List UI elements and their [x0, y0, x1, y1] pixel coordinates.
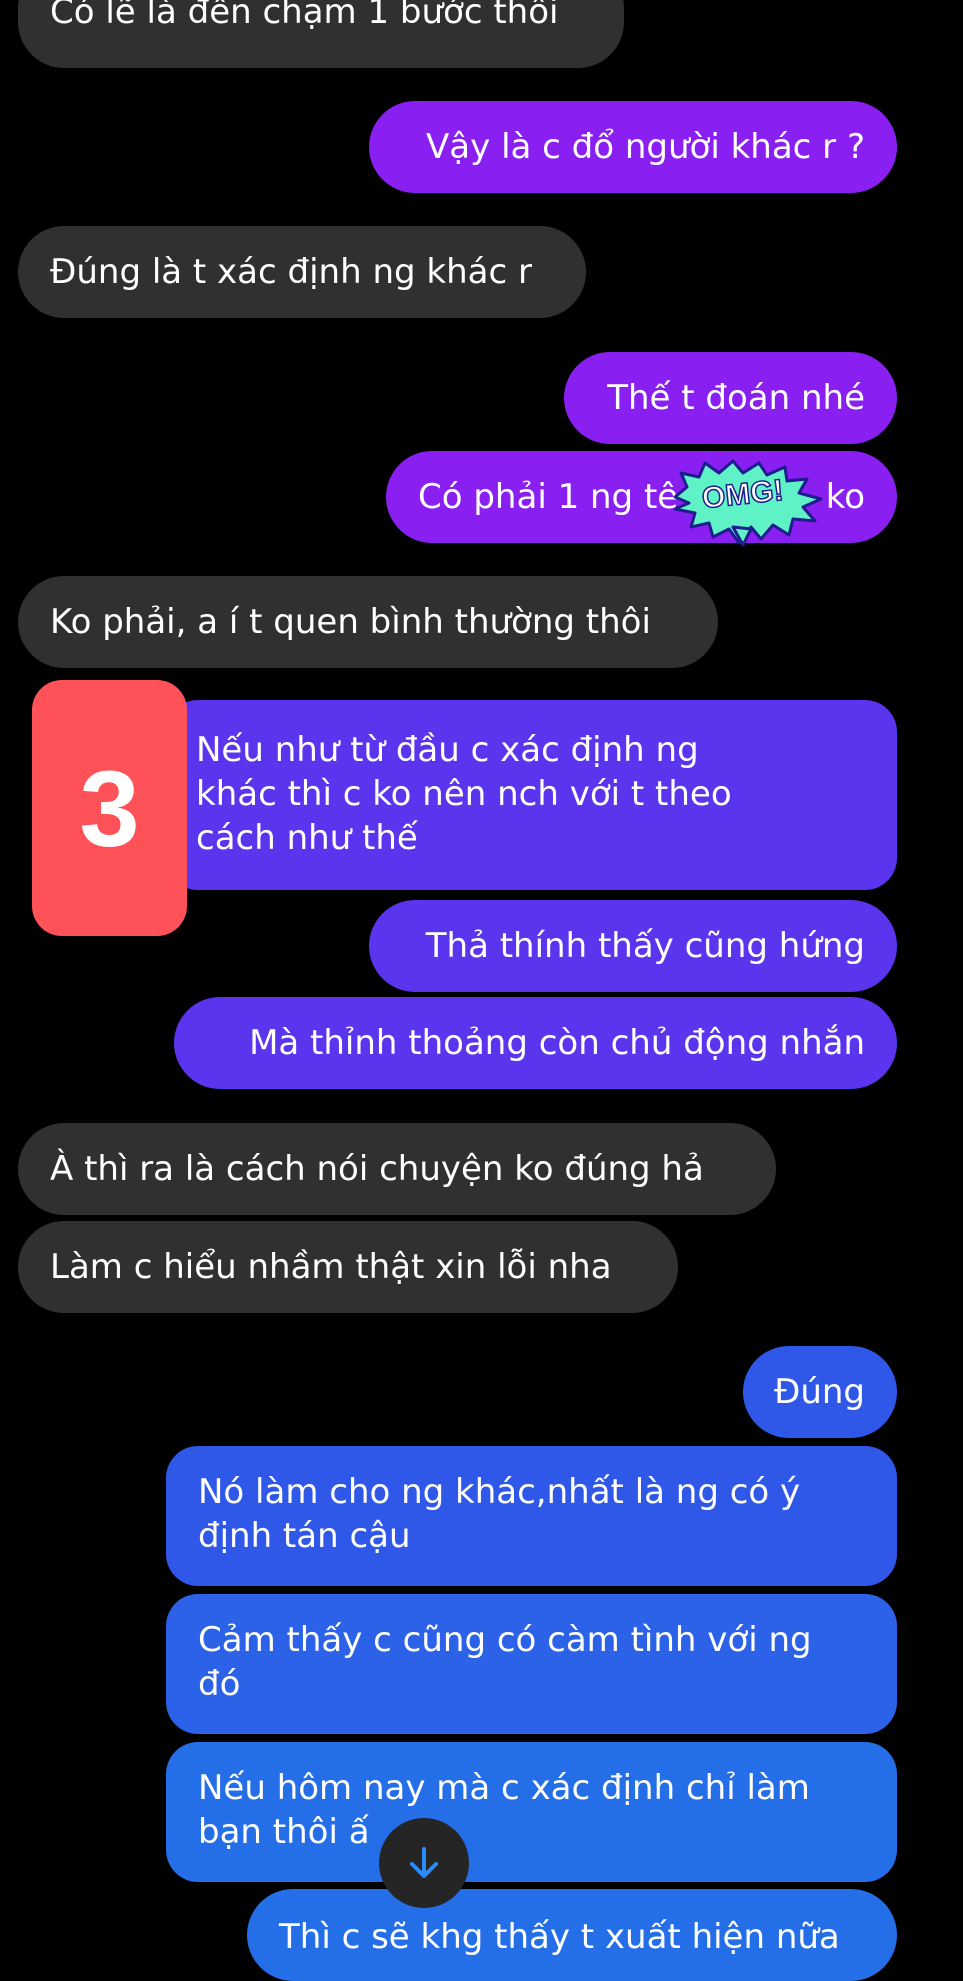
message-incoming-bubble[interactable]: À thì ra là cách nói chuyện ko đúng hả: [18, 1123, 776, 1215]
message-text: Nó làm cho ng khác,nhất là ng có ý định …: [198, 1472, 811, 1556]
message-outgoing-bubble[interactable]: Nếu như từ đầu c xác định ng khác thì c …: [166, 700, 897, 890]
message-incoming-bubble[interactable]: Có lẽ là đến chạm 1 bước thôi: [18, 0, 624, 68]
message-incoming-bubble[interactable]: Làm c hiểu nhầm thật xin lỗi nha: [18, 1221, 678, 1313]
message-text: Thế t đoán nhé: [607, 378, 865, 418]
message-text: Có lẽ là đến chạm 1 bước thôi: [50, 0, 559, 32]
message-text: Đúng: [773, 1372, 865, 1412]
scroll-to-bottom-button[interactable]: [379, 1818, 469, 1908]
message-outgoing-bubble[interactable]: Vậy là c đổ người khác r ?: [369, 101, 897, 193]
message-text: Đúng là t xác định ng khác r: [50, 252, 532, 292]
message-outgoing-bubble[interactable]: Thì c sẽ khg thấy t xuất hiện nữa: [247, 1889, 897, 1981]
omg-burst-icon: OMG!: [669, 457, 829, 547]
message-text: Nếu hôm nay mà c xác định chỉ làm bạn th…: [198, 1768, 821, 1852]
message-outgoing-bubble[interactable]: Đúng: [743, 1346, 897, 1438]
number-badge: 3: [32, 680, 187, 936]
message-text: Có phải 1 ng tê: [418, 477, 679, 517]
message-text: Làm c hiểu nhầm thật xin lỗi nha: [50, 1247, 612, 1287]
message-incoming-bubble[interactable]: Ko phải, a í t quen bình thường thôi: [18, 576, 718, 668]
badge-text: 3: [79, 747, 140, 869]
message-outgoing-bubble[interactable]: Nếu hôm nay mà c xác định chỉ làm bạn th…: [166, 1742, 897, 1882]
message-text: Thì c sẽ khg thấy t xuất hiện nữa: [279, 1917, 840, 1957]
message-text: Nếu như từ đầu c xác định ng khác thì c …: [196, 730, 743, 858]
message-outgoing-bubble[interactable]: Nó làm cho ng khác,nhất là ng có ý định …: [166, 1446, 897, 1586]
message-text-tail: ko: [825, 477, 865, 517]
message-outgoing-bubble[interactable]: Thả thính thấy cũng hứng: [369, 900, 897, 992]
message-text: Ko phải, a í t quen bình thường thôi: [50, 602, 651, 642]
message-text: À thì ra là cách nói chuyện ko đúng hả: [50, 1149, 704, 1189]
message-text: Cảm thấy c cũng có càm tình với ng đó: [198, 1620, 823, 1704]
message-outgoing-bubble[interactable]: Cảm thấy c cũng có càm tình với ng đó: [166, 1594, 897, 1734]
message-outgoing-bubble[interactable]: Thế t đoán nhé: [564, 352, 897, 444]
message-text: Mà thỉnh thoảng còn chủ động nhắn: [249, 1023, 865, 1063]
message-incoming-bubble[interactable]: Đúng là t xác định ng khác r: [18, 226, 586, 318]
arrow-down-icon: [410, 1847, 438, 1878]
message-text: Vậy là c đổ người khác r ?: [426, 127, 865, 167]
message-outgoing-bubble[interactable]: Mà thỉnh thoảng còn chủ động nhắn: [174, 997, 897, 1089]
message-text: Thả thính thấy cũng hứng: [425, 926, 865, 966]
